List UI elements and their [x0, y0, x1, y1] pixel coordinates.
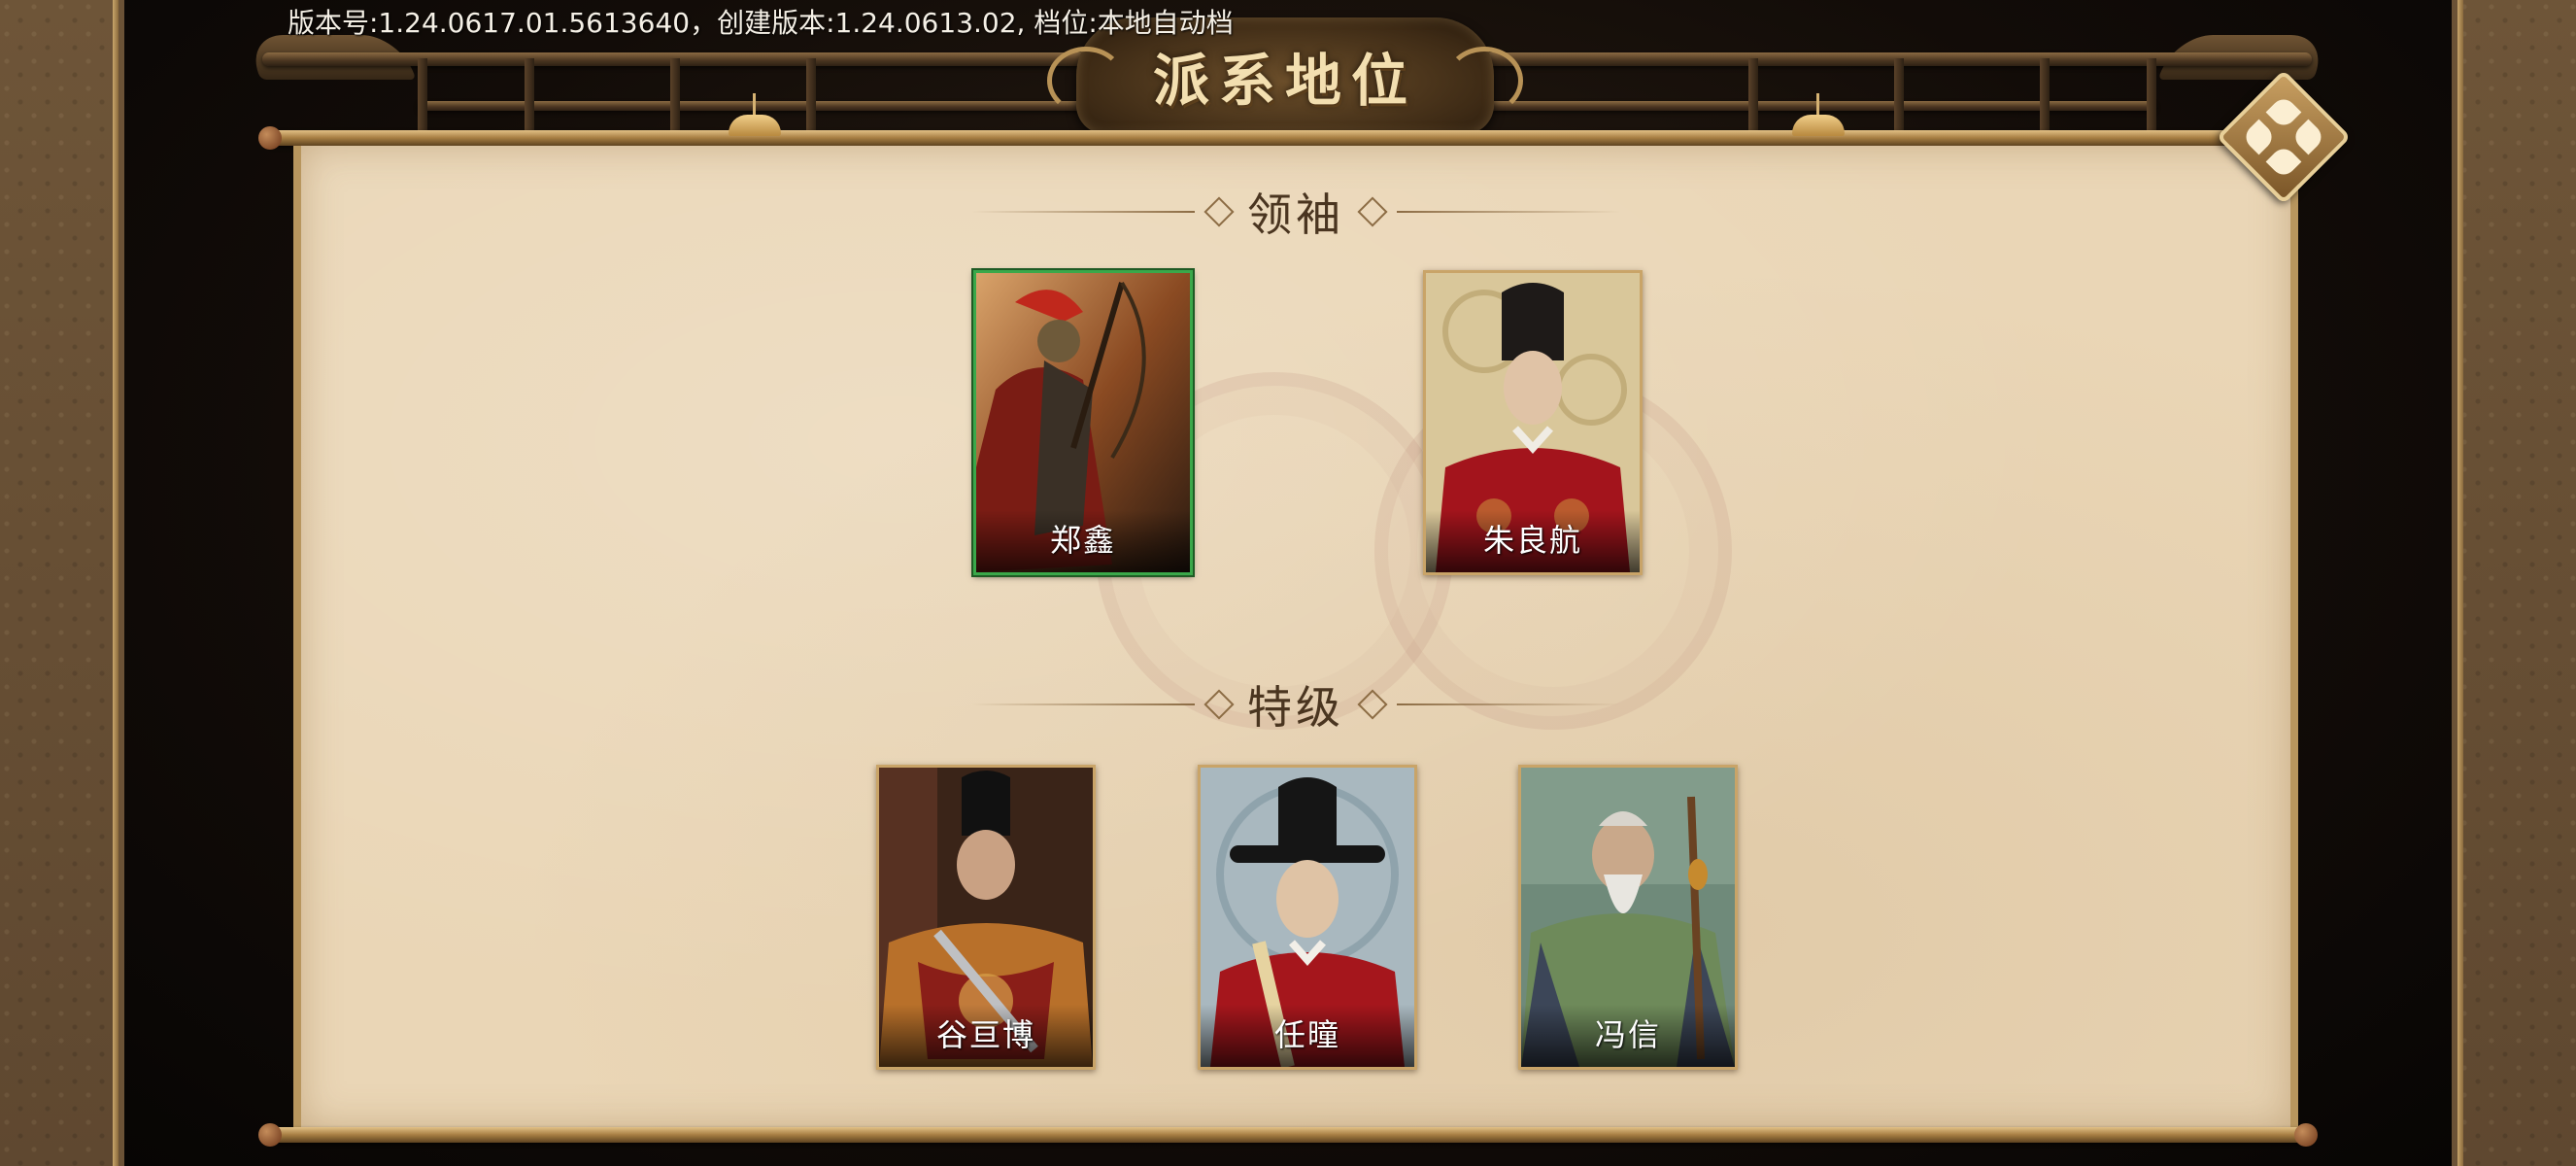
hanging-bell-icon	[729, 93, 781, 136]
left-wallpaper	[0, 0, 119, 1166]
member-name: 朱良航	[1482, 522, 1582, 559]
member-name: 任曈	[1273, 1016, 1340, 1053]
right-wallpaper	[2457, 0, 2576, 1166]
scroll-rod-bottom	[258, 1123, 2318, 1147]
scroll-rod-top	[258, 126, 2318, 150]
member-card-guxuanbo[interactable]: 谷亘博	[876, 765, 1096, 1070]
page-title: 派系地位	[1152, 48, 1417, 114]
member-name: 郑鑫	[1049, 522, 1116, 559]
version-info: 版本号:1.24.0617.01.5613640，创建版本:1.24.0613.…	[288, 7, 1234, 39]
section-heading-leader: 领袖	[301, 183, 2290, 241]
scroll-paper: 领袖 郑鑫 朱良航 特级 谷亘博 任曈 冯信	[293, 146, 2298, 1127]
member-name: 谷亘博	[935, 1016, 1035, 1053]
section-heading-special: 特级	[301, 675, 2290, 734]
member-card-zhengxin[interactable]: 郑鑫	[973, 270, 1193, 575]
member-name: 冯信	[1594, 1016, 1661, 1053]
hanging-bell-icon	[1792, 93, 1845, 136]
section-label-special: 特级	[1247, 681, 1344, 734]
member-card-rentong[interactable]: 任曈	[1198, 765, 1417, 1070]
member-card-fengxin[interactable]: 冯信	[1518, 765, 1738, 1070]
section-label-leader: 领袖	[1247, 189, 1344, 241]
member-card-zhulianghang[interactable]: 朱良航	[1423, 270, 1643, 575]
